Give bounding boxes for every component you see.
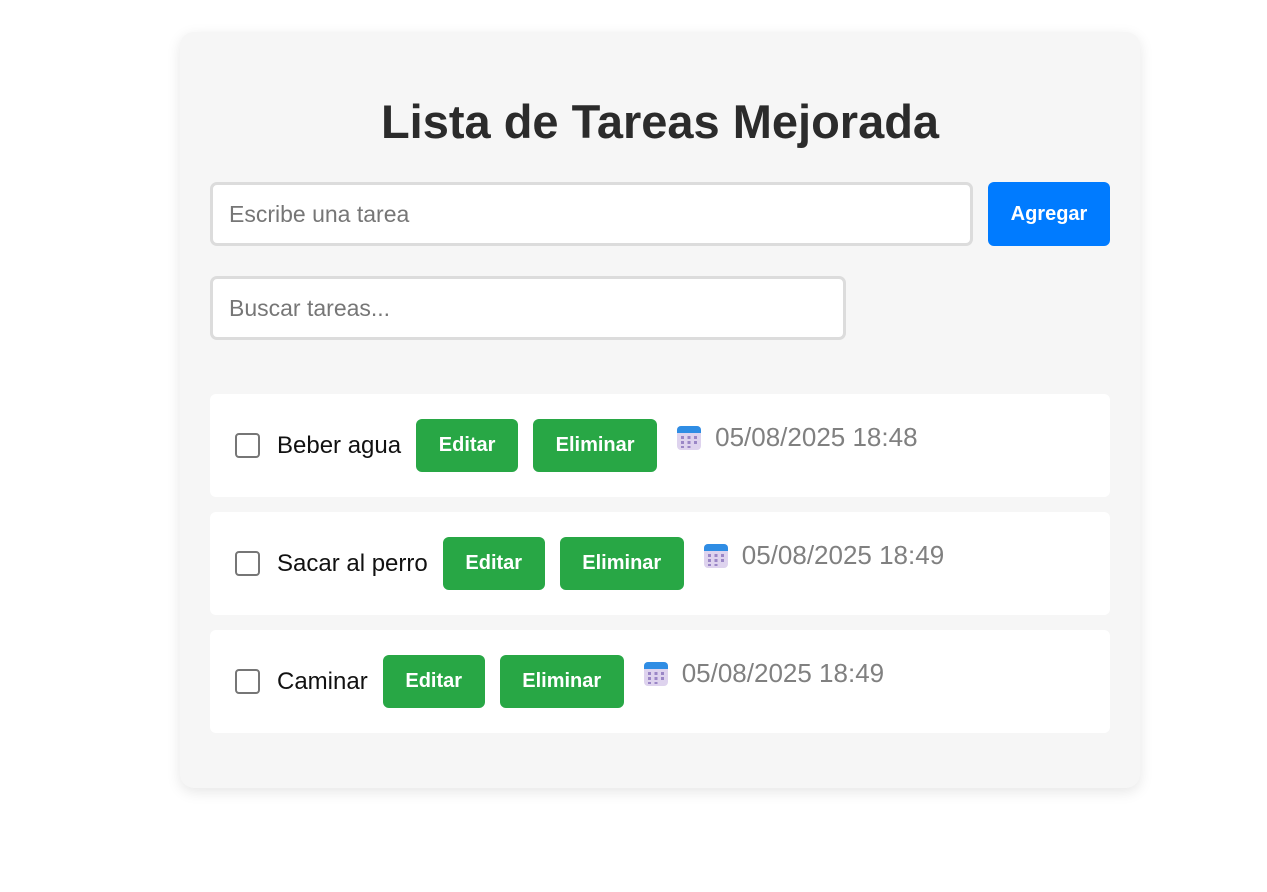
task-date: 05/08/2025 18:49 [643,658,884,689]
task-checkbox[interactable] [235,551,260,576]
search-input[interactable] [210,276,846,340]
date-text: 05/08/2025 18:48 [715,422,918,452]
task-text: Sacar al perro [277,549,428,577]
calendar-icon [643,660,669,687]
task-checkbox[interactable] [235,433,260,458]
add-task-button[interactable]: Agregar [988,182,1110,246]
task-list: Beber agua Editar Eliminar 05/08/2025 18… [210,394,1110,748]
delete-button[interactable]: Eliminar [533,419,658,472]
task-date: 05/08/2025 18:49 [703,540,944,571]
date-text: 05/08/2025 18:49 [741,540,945,570]
todo-card: Lista de Tareas Mejorada Agregar Beber a… [180,32,1140,788]
delete-button[interactable]: Eliminar [499,655,624,708]
edit-button[interactable]: Editar [416,419,519,472]
task-item: Sacar al perro Editar Eliminar 05/08/202… [210,512,1110,615]
page-title: Lista de Tareas Mejorada [380,95,940,148]
delete-button[interactable]: Eliminar [559,537,684,590]
task-text: Beber agua [277,431,402,459]
edit-button[interactable]: Editar [442,537,545,590]
date-text: 05/08/2025 18:49 [681,658,885,688]
new-task-input[interactable] [210,182,973,246]
calendar-icon [676,424,702,451]
task-item: Caminar Editar Eliminar 05/08/2025 18:49 [210,630,1110,733]
task-checkbox[interactable] [235,669,260,694]
edit-button[interactable]: Editar [382,655,485,708]
task-date: 05/08/2025 18:48 [676,422,918,453]
task-item: Beber agua Editar Eliminar 05/08/2025 18… [210,394,1110,497]
task-text: Caminar [277,667,368,695]
calendar-icon [703,542,729,569]
